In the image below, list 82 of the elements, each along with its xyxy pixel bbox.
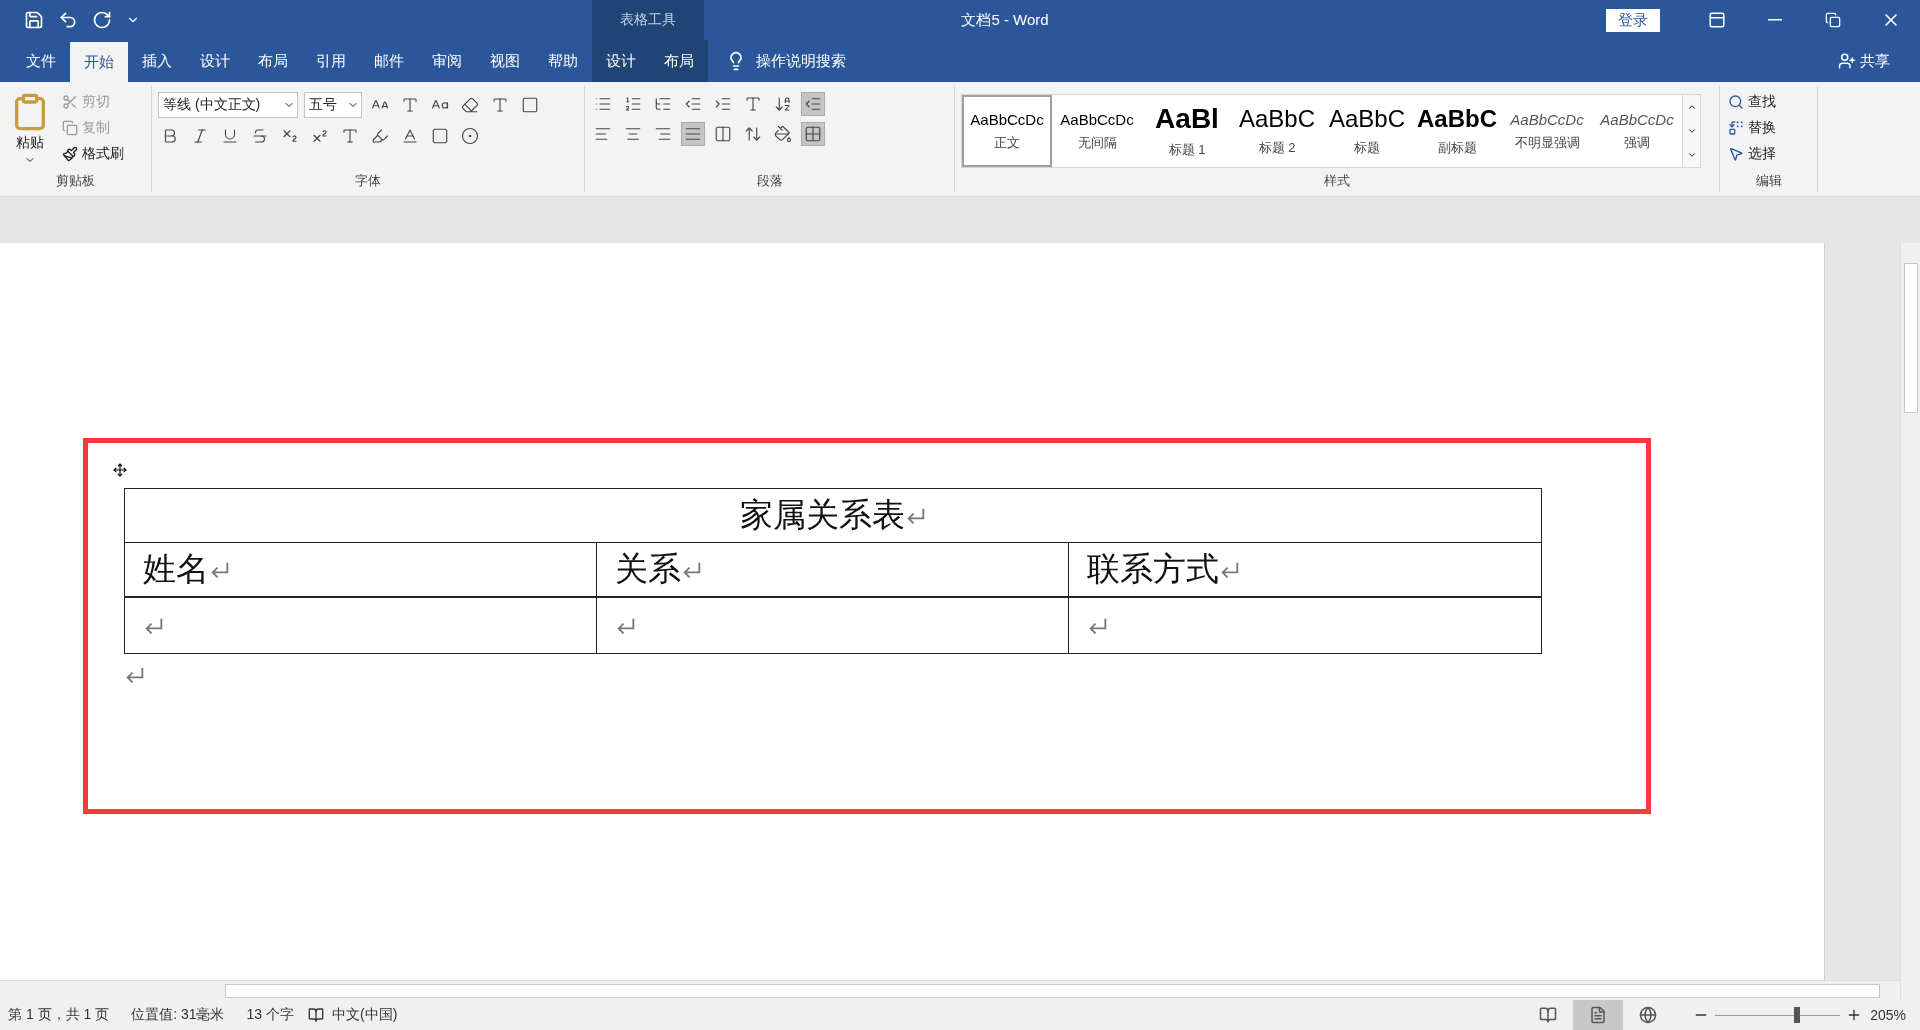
group-label: 编辑 — [1754, 172, 1783, 190]
search-icon — [1728, 94, 1744, 110]
style-preview: AaBbC — [1328, 105, 1405, 133]
style-preview: AaBl — [1155, 103, 1219, 135]
vertical-scrollbar[interactable] — [1903, 263, 1918, 413]
ribbon-tab[interactable]: 引用 — [302, 40, 360, 82]
style-name: 强调 — [1624, 133, 1650, 152]
replace-icon — [1728, 120, 1744, 136]
style-name: 无间隔 — [1077, 133, 1117, 152]
ribbon-tab[interactable]: 开始 — [70, 42, 128, 82]
redo-icon[interactable] — [92, 10, 112, 30]
style-name: 标题 — [1354, 139, 1380, 157]
copy-icon — [62, 120, 78, 136]
ribbon-tab[interactable]: 帮助 — [534, 40, 592, 82]
pointer-icon — [1728, 146, 1744, 162]
scissors-icon — [62, 94, 78, 110]
editing-button[interactable]: 替换 — [1726, 118, 1778, 138]
window-title: 文档5 - Word — [960, 10, 1050, 30]
ribbon-tab[interactable]: 设计 — [592, 40, 650, 82]
tell-me-search[interactable]: 操作说明搜索 — [708, 40, 864, 82]
view-button[interactable] — [1573, 1000, 1624, 1030]
page-count[interactable]: 第 1 页，共 1 页 — [8, 1006, 110, 1024]
scroll-up-icon — [1686, 102, 1697, 112]
ribbon-tab[interactable]: 布局 — [650, 40, 708, 82]
scroll-down-icon — [1686, 126, 1697, 136]
style-preview: AaBbCcDc — [970, 110, 1044, 128]
editing-button[interactable]: 查找 — [1726, 92, 1778, 112]
ribbon-tab[interactable]: 邮件 — [360, 40, 418, 82]
group-label: 字体 — [354, 172, 382, 190]
print-view-icon — [1589, 1006, 1608, 1024]
clipboard-button[interactable]: 格式刷 — [60, 144, 126, 164]
justify-icon[interactable] — [681, 122, 705, 146]
table-header-cell: 姓名 — [125, 543, 597, 596]
window-panel-icon — [1708, 11, 1726, 29]
language-indicator[interactable]: 中文(中国) — [331, 1006, 398, 1024]
style-preview: AaBbCcDc — [1060, 110, 1134, 128]
web-view-icon — [1639, 1006, 1658, 1024]
proofing-icon[interactable] — [307, 1007, 324, 1023]
style-preview: AaBbC — [1417, 105, 1497, 133]
horizontal-scrollbar[interactable] — [225, 983, 1880, 998]
ribbon-tab[interactable]: 布局 — [244, 40, 302, 82]
ribbon-tab[interactable]: 视图 — [476, 40, 534, 82]
style-preview: AaBbCcDc — [1510, 110, 1584, 128]
restore-icon — [1825, 12, 1841, 28]
share-button[interactable]: 共享 — [1832, 40, 1896, 82]
table-header-cell: 关系 — [597, 543, 1069, 596]
minimize-icon — [1768, 19, 1782, 21]
style-name: 标题 2 — [1258, 139, 1296, 157]
style-preview: AaBbCcDc — [1600, 110, 1674, 128]
zoom-level[interactable]: 205% — [1870, 1007, 1906, 1023]
expand-icon — [1686, 150, 1697, 160]
group-label: 剪贴板 — [55, 172, 96, 190]
ribbon-tab[interactable]: 设计 — [186, 40, 244, 82]
sign-in-button[interactable]: 登录 — [1606, 8, 1660, 32]
ribbon-tab[interactable]: 审阅 — [418, 40, 476, 82]
style-preview: AaBbC — [1238, 105, 1315, 133]
table-move-handle-icon[interactable] — [113, 463, 127, 477]
style-item[interactable]: AaBbCcDc 正文 — [962, 95, 1052, 167]
style-name: 副标题 — [1437, 139, 1477, 157]
group-label: 样式 — [1323, 172, 1351, 190]
font-name-field[interactable]: 等线 (中文正文) — [158, 92, 298, 118]
table-header-cell: 联系方式 — [1069, 543, 1541, 596]
borders-icon[interactable] — [801, 122, 825, 146]
context-group-title: 表格工具 — [592, 0, 704, 40]
ribbon-tab[interactable]: 文件 — [12, 40, 70, 82]
ribbon-tab[interactable]: 插入 — [128, 40, 186, 82]
table-title: 家属关系表 — [125, 489, 1541, 543]
zoom-slider-thumb[interactable] — [1793, 1006, 1800, 1023]
word-count[interactable]: 13 个字 — [246, 1006, 294, 1024]
paste-button[interactable]: 粘贴 — [6, 92, 54, 172]
font-size-field[interactable]: 五号 — [304, 92, 362, 118]
style-name: 标题 1 — [1168, 141, 1206, 159]
undo-icon[interactable] — [58, 10, 78, 30]
editing-button[interactable]: 选择 — [1726, 144, 1778, 164]
user-plus-icon — [1838, 52, 1856, 70]
paintbrush-icon — [62, 146, 78, 162]
position-value: 位置值: 31毫米 — [131, 1006, 225, 1024]
group-label: 段落 — [755, 172, 784, 190]
read-view-icon — [1539, 1006, 1558, 1024]
save-icon[interactable] — [24, 10, 44, 30]
style-name: 不明显强调 — [1514, 133, 1580, 152]
style-name: 正文 — [994, 133, 1020, 152]
